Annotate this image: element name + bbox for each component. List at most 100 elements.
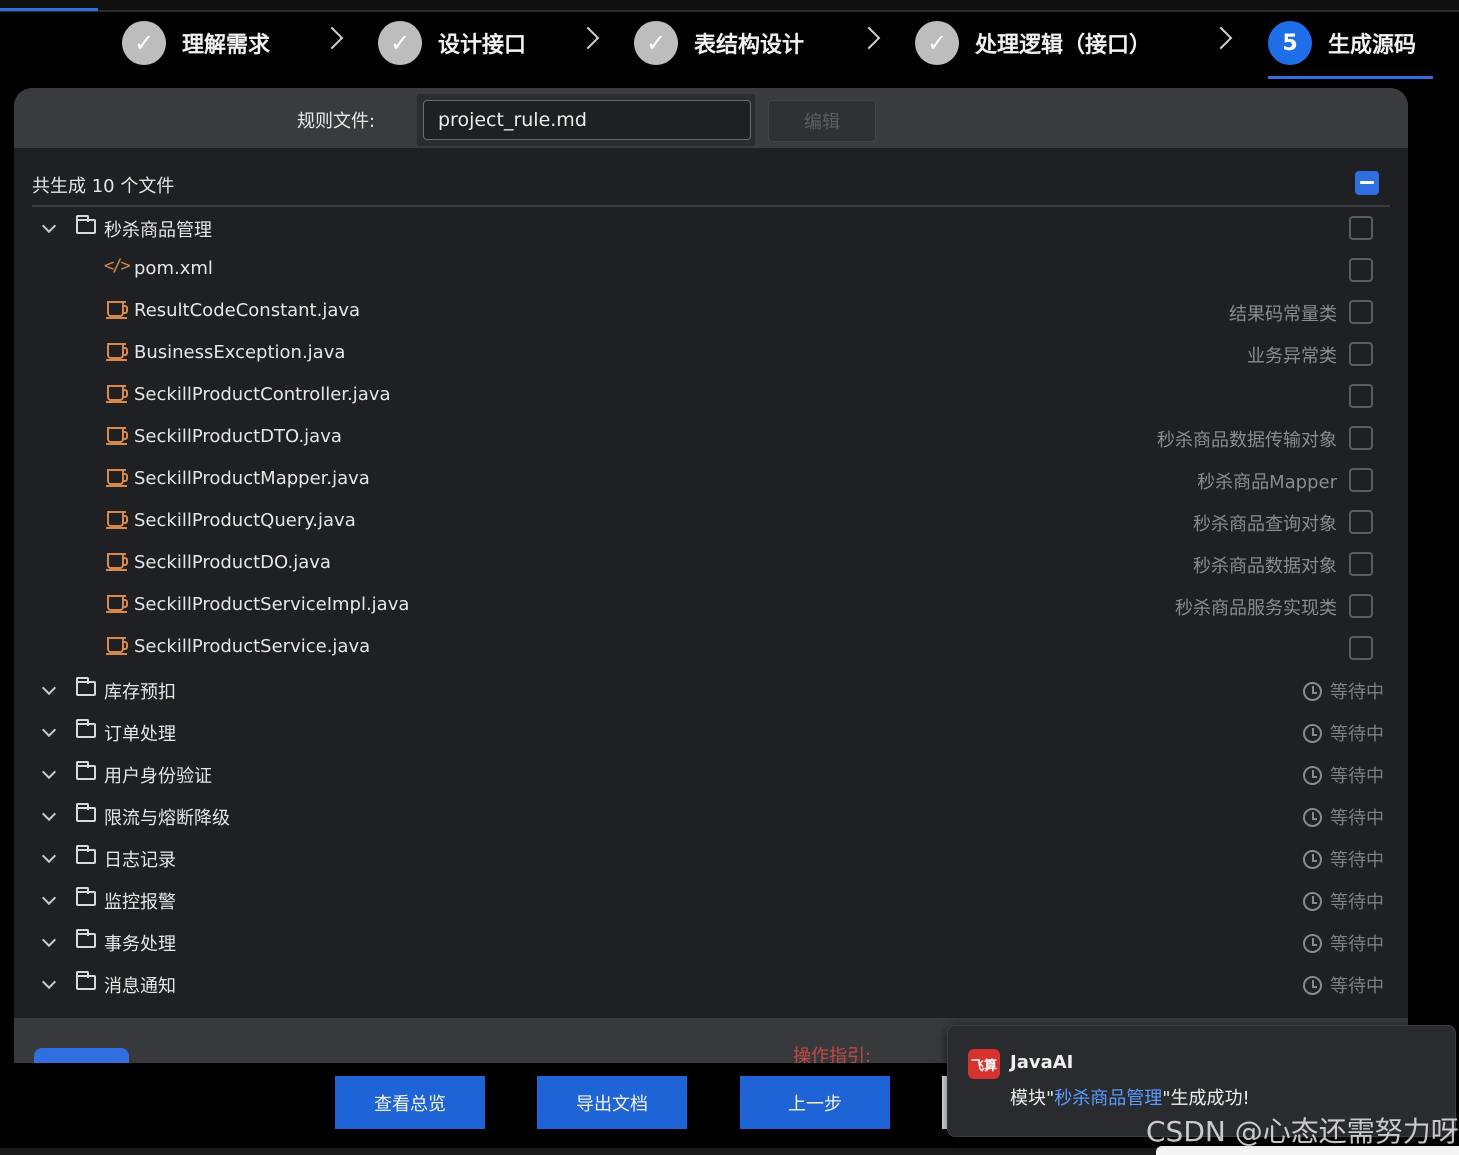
file-row[interactable]: SeckillProductService.java [14,628,1408,670]
file-checkbox[interactable] [1349,468,1373,492]
file-checkbox[interactable] [1349,510,1373,534]
module-row[interactable]: 秒杀商品管理 [14,208,1408,250]
module-name: 限流与熔断降级 [104,808,230,829]
rule-file-input[interactable] [423,100,751,140]
step-3[interactable]: ✓ 表结构设计 [634,20,804,66]
pending-module-row[interactable]: 订单处理 等待中 [14,712,1408,754]
feisuan-logo-icon: 飞算 [968,1049,1000,1079]
edit-button[interactable]: 编辑 [768,100,876,142]
chevron-down-icon[interactable] [41,890,57,906]
pending-module-row[interactable]: 库存预扣 等待中 [14,670,1408,712]
file-row[interactable]: SeckillProductMapper.java 秒杀商品Mapper [14,460,1408,502]
file-description: 秒杀商品数据传输对象 [1157,430,1337,451]
pending-module-row[interactable]: 事务处理 等待中 [14,922,1408,964]
folder-icon [76,803,96,822]
file-description: 业务异常类 [1247,346,1337,367]
java-file-icon [106,343,128,361]
waiting-status: 等待中 [1303,846,1384,872]
file-checkbox[interactable] [1349,594,1373,618]
java-file-icon [106,427,128,445]
rule-file-label: 规则文件: [297,111,376,132]
folder-icon [76,929,96,948]
chevron-down-icon[interactable] [41,680,57,696]
file-checkbox[interactable] [1349,426,1373,450]
chevron-down-icon[interactable] [41,974,57,990]
code-file-icon: </> [104,256,131,276]
pending-module-row[interactable]: 消息通知 等待中 [14,964,1408,1006]
select-all-checkbox[interactable] [1355,171,1379,195]
watermark: CSDN @心态还需努力呀 [1146,1115,1459,1148]
waiting-label: 等待中 [1330,892,1384,913]
waiting-label: 等待中 [1330,934,1384,955]
history-icon [1303,723,1322,743]
pending-module-row[interactable]: 用户身份验证 等待中 [14,754,1408,796]
history-icon [1303,681,1322,701]
file-checkbox[interactable] [1349,342,1373,366]
previous-step-button[interactable]: 上一步 [740,1076,890,1129]
file-name: ResultCodeConstant.java [134,300,361,321]
rule-bar: 规则文件: 编辑 [14,88,1408,148]
step-4[interactable]: ✓ 处理逻辑（接口） [915,20,1151,66]
msg-suffix: "生成成功! [1162,1088,1250,1109]
chevron-down-icon[interactable] [41,932,57,948]
file-description: 秒杀商品Mapper [1197,472,1337,493]
file-description: 秒杀商品查询对象 [1193,514,1337,535]
java-file-icon [106,301,128,319]
module-name: 秒杀商品管理 [104,220,212,241]
file-description: 秒杀商品服务实现类 [1175,598,1337,619]
footer-tab[interactable] [34,1048,129,1063]
file-name: BusinessException.java [134,342,346,363]
step-5-active[interactable]: 5 生成源码 [1268,20,1416,66]
step-1[interactable]: ✓ 理解需求 [122,20,270,66]
chevron-right-icon [857,26,881,50]
step-label: 生成源码 [1328,33,1417,58]
file-row[interactable]: BusinessException.java 业务异常类 [14,334,1408,376]
chevron-down-icon[interactable] [41,722,57,738]
pending-module-row[interactable]: 限流与熔断降级 等待中 [14,796,1408,838]
file-name: SeckillProductMapper.java [134,468,370,489]
file-row[interactable]: ResultCodeConstant.java 结果码常量类 [14,292,1408,334]
folder-icon [76,719,96,738]
pending-module-row[interactable]: 日志记录 等待中 [14,838,1408,880]
file-name: SeckillProductDO.java [134,552,331,573]
file-checkbox[interactable] [1349,300,1373,324]
java-file-icon [106,595,128,613]
stepper: ✓ 理解需求 ✓ 设计接口 ✓ 表结构设计 ✓ 处理逻辑（接口） 5 生成源码 [0,14,1459,80]
chevron-right-icon [576,26,600,50]
operation-guide-label: 操作指引: [793,1046,872,1063]
chevron-down-icon[interactable] [41,806,57,822]
msg-module-link[interactable]: 秒杀商品管理 [1054,1088,1162,1109]
file-checkbox[interactable] [1349,384,1373,408]
module-name: 订单处理 [104,724,176,745]
folder-icon [76,677,96,696]
file-checkbox[interactable] [1349,636,1373,660]
main-panel: 规则文件: 编辑 共生成 10 个文件 秒杀商品管理</>pom.xmlResu… [14,88,1408,1063]
file-row[interactable]: SeckillProductDTO.java 秒杀商品数据传输对象 [14,418,1408,460]
waiting-label: 等待中 [1330,976,1384,997]
file-name: SeckillProductDTO.java [134,426,342,447]
check-icon: ✓ [634,21,678,65]
check-icon: ✓ [378,21,422,65]
chevron-down-icon[interactable] [41,764,57,780]
export-doc-button[interactable]: 导出文档 [537,1076,687,1129]
file-checkbox[interactable] [1349,258,1373,282]
view-overview-button[interactable]: 查看总览 [335,1076,485,1129]
java-file-icon [106,637,128,655]
waiting-label: 等待中 [1330,724,1384,745]
file-row[interactable]: SeckillProductController.java [14,376,1408,418]
file-row[interactable]: SeckillProductQuery.java 秒杀商品查询对象 [14,502,1408,544]
waiting-status: 等待中 [1303,720,1384,746]
divider [32,205,1390,207]
file-row[interactable]: SeckillProductDO.java 秒杀商品数据对象 [14,544,1408,586]
rule-file-container [417,94,755,146]
chevron-down-icon[interactable] [41,218,57,234]
pending-module-row[interactable]: 监控报警 等待中 [14,880,1408,922]
java-file-icon [106,469,128,487]
file-checkbox[interactable] [1349,552,1373,576]
chevron-down-icon[interactable] [41,848,57,864]
module-checkbox[interactable] [1349,216,1373,240]
file-row[interactable]: </> pom.xml [14,250,1408,292]
waiting-status: 等待中 [1303,678,1384,704]
step-2[interactable]: ✓ 设计接口 [378,20,526,66]
file-row[interactable]: SeckillProductServiceImpl.java 秒杀商品服务实现类 [14,586,1408,628]
